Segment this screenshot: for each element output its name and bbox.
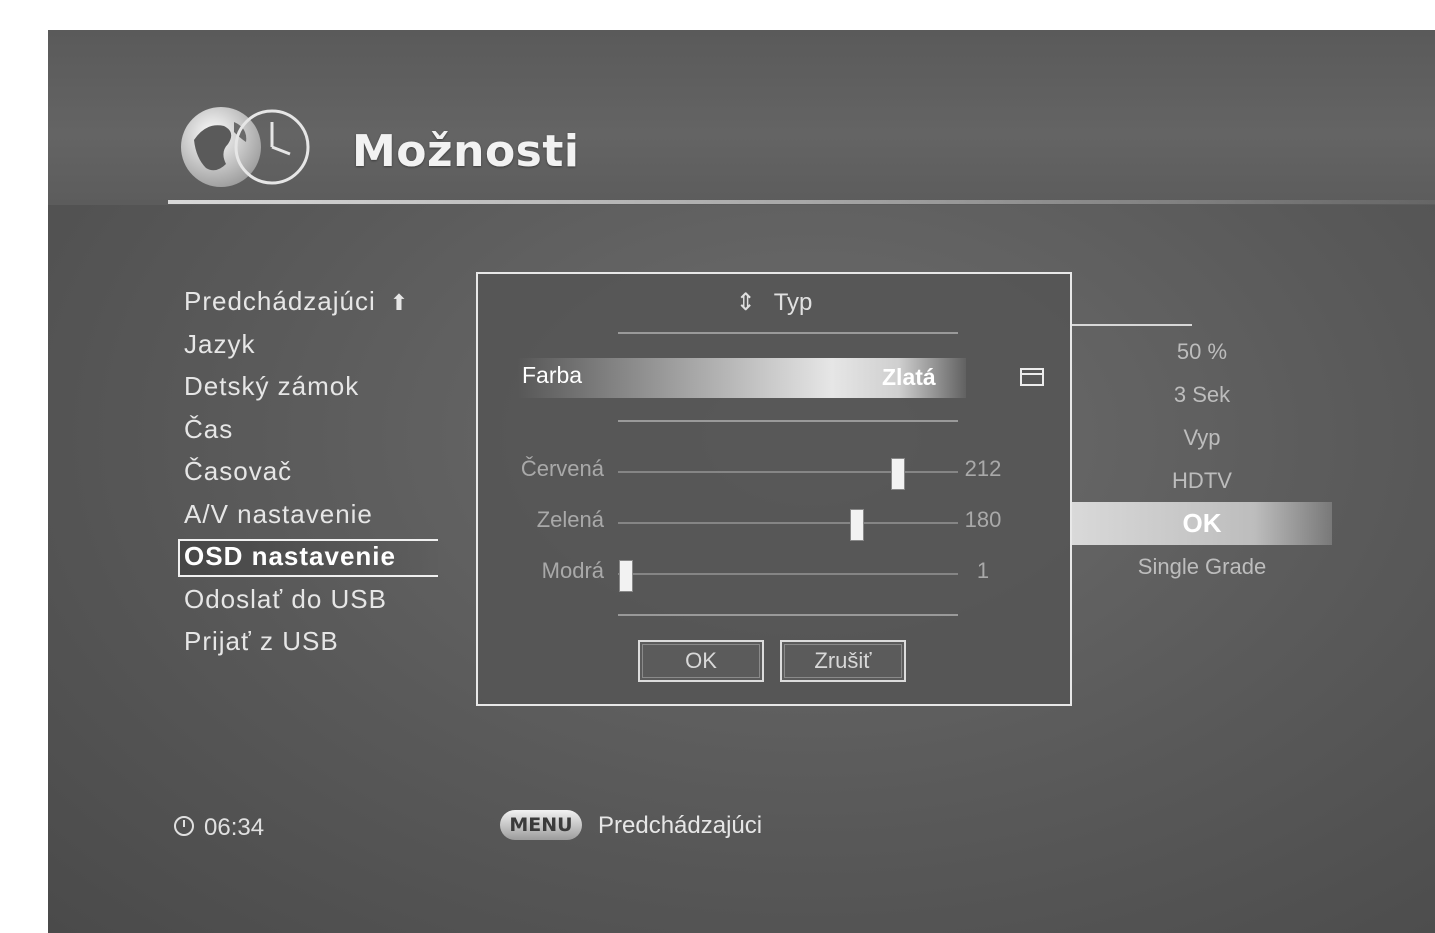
menu-item-label: Prijať z USB <box>184 626 339 656</box>
slider-track <box>618 573 958 575</box>
up-down-arrow-icon: ⇕ <box>735 289 756 316</box>
value-grade[interactable]: Single Grade <box>1072 545 1332 588</box>
menu-item-osd-settings[interactable]: OSD nastavenie <box>176 535 446 578</box>
clock-time: 06:34 <box>204 814 265 841</box>
dialog-divider <box>618 332 958 334</box>
value-mode[interactable]: HDTV <box>1072 459 1332 502</box>
value-color-ok[interactable]: OK <box>1072 502 1332 545</box>
menu-item-time[interactable]: Čas <box>176 408 446 451</box>
menu-item-label: A/V nastavenie <box>184 498 373 529</box>
menu-item-timer[interactable]: Časovač <box>176 450 446 493</box>
slider-label: Červená <box>520 456 604 481</box>
cancel-button[interactable]: Zrušiť <box>780 640 906 682</box>
ok-button[interactable]: OK <box>638 640 764 682</box>
footer-hint: Predchádzajúci <box>598 812 763 839</box>
menu-item-label: Čas <box>184 413 234 444</box>
slider-green[interactable]: Zelená 180 <box>508 501 1028 541</box>
value-toggle[interactable]: Vyp <box>1072 416 1332 459</box>
options-menu: Predchádzajúci ⬆ Jazyk Detský zámok Čas Č… <box>176 280 446 663</box>
settings-values: 50 % 3 Sek Vyp HDTV OK Single Grade <box>1072 324 1332 588</box>
color-settings-dialog: ⇕ Typ Farba Zlatá Červená 212 Zelená 180 … <box>476 272 1072 706</box>
color-label: Farba <box>522 362 583 388</box>
color-value: Zlatá <box>882 364 936 390</box>
menu-key-icon: MENU <box>500 810 582 840</box>
menu-item-previous[interactable]: Predchádzajúci ⬆ <box>176 280 446 323</box>
slider-thumb[interactable] <box>619 560 634 592</box>
menu-item-label: Odoslať do USB <box>184 583 387 614</box>
menu-item-language[interactable]: Jazyk <box>176 323 446 366</box>
slider-value: 212 <box>964 456 1002 481</box>
dialog-divider <box>618 614 958 616</box>
slider-value: 1 <box>976 558 990 583</box>
menu-item-receive-from-usb[interactable]: Prijať z USB <box>176 620 446 663</box>
menu-item-parental-lock[interactable]: Detský zámok <box>176 365 446 408</box>
globe-clock-logo-icon <box>181 107 310 187</box>
dialog-header: ⇕ Typ <box>478 288 1070 317</box>
slider-thumb[interactable] <box>849 509 864 541</box>
values-divider <box>1072 324 1192 326</box>
menu-item-av-settings[interactable]: A/V nastavenie <box>176 493 446 536</box>
slider-blue[interactable]: Modrá 1 <box>508 552 1028 592</box>
dialog-divider <box>618 420 958 422</box>
menu-item-label: Časovač <box>184 456 293 486</box>
menu-item-label: Detský zámok <box>184 371 360 401</box>
clock: 06:34 <box>174 814 264 842</box>
slider-thumb[interactable] <box>890 458 905 490</box>
clock-icon <box>174 816 194 836</box>
color-palette-icon[interactable] <box>1020 368 1044 386</box>
arrow-up-icon: ⬆ <box>389 290 410 315</box>
slider-track <box>618 471 958 473</box>
value-transparency[interactable]: 50 % <box>1072 330 1332 373</box>
menu-item-send-to-usb[interactable]: Odoslať do USB <box>176 578 446 621</box>
menu-item-label: OSD nastavenie <box>184 541 396 571</box>
dialog-header-label: Typ <box>773 289 813 316</box>
header-divider <box>168 200 1435 204</box>
menu-item-label: Predchádzajúci <box>184 286 376 316</box>
slider-track <box>618 522 958 524</box>
value-display-time[interactable]: 3 Sek <box>1072 373 1332 416</box>
page-title: Možnosti <box>352 126 580 177</box>
osd-screen: Možnosti Predchádzajúci ⬆ Jazyk Detský zá… <box>48 30 1435 933</box>
slider-red[interactable]: Červená 212 <box>508 450 1028 490</box>
slider-value: 180 <box>964 507 1002 532</box>
slider-label: Zelená <box>536 507 604 532</box>
menu-item-label: Jazyk <box>184 328 256 359</box>
slider-label: Modrá <box>541 558 604 583</box>
